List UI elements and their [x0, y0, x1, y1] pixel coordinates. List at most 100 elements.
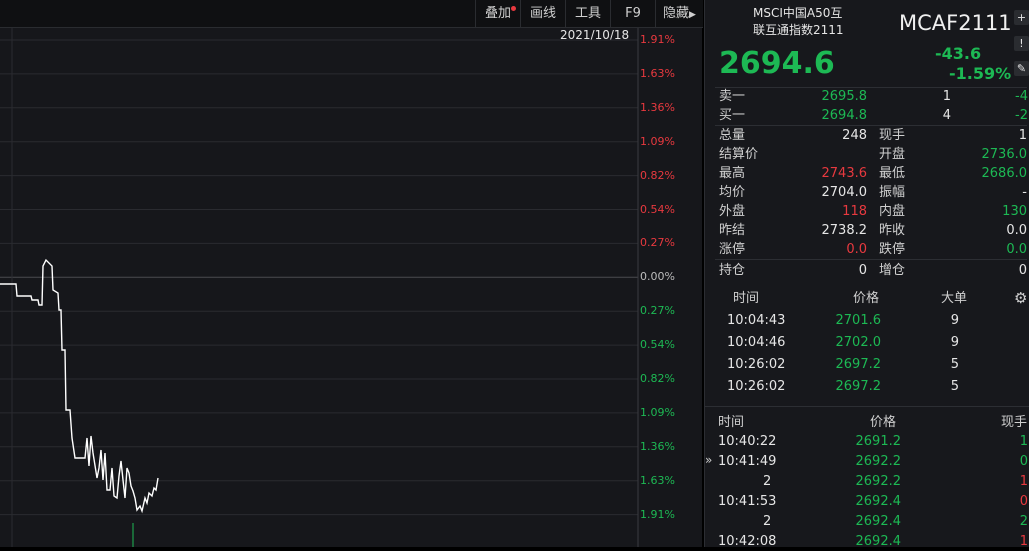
pct-tick-label: 1.63%	[640, 473, 675, 487]
tick-hand: 0	[1019, 454, 1028, 469]
tick-hand: 1	[1019, 434, 1028, 449]
stat-value-avg: 2704.0	[821, 185, 868, 200]
big-order-size: 5	[950, 357, 959, 372]
ticks-header-time: 时间	[718, 415, 745, 430]
intraday-chart[interactable]: 2021/10/18 1.91% 1.63% 1.36% 1.09% 0.82% 0.54…	[0, 28, 702, 547]
settings-gear-icon[interactable]: ⚙	[1014, 289, 1027, 307]
tick-hand: 1	[1019, 534, 1028, 549]
tick-price: 2691.2	[855, 434, 902, 449]
tick-price: 2692.2	[855, 474, 902, 489]
big-order-size: 9	[950, 313, 959, 328]
big-order-time: 10:26:02	[727, 379, 786, 394]
hide-label: 隐藏	[663, 6, 690, 21]
tick-time: 10:41:53	[718, 494, 777, 509]
big-order-size: 9	[950, 335, 959, 350]
tools-button[interactable]: 工具	[565, 0, 610, 27]
overlay-button[interactable]: 叠加	[475, 0, 520, 27]
bid-price: 2694.8	[821, 108, 868, 123]
tick-hand: 0	[1019, 494, 1028, 509]
stat-label-total_vol: 总量	[719, 128, 746, 143]
stat-label-high: 最高	[719, 166, 746, 181]
stat-label-open: 开盘	[879, 147, 906, 162]
alert-icon[interactable]: !	[1014, 36, 1029, 51]
stat-label-avg: 均价	[719, 185, 746, 200]
bid-change: -2	[1015, 108, 1028, 123]
edit-icon[interactable]: ✎	[1014, 61, 1029, 76]
instrument-code: MCAF2111	[899, 11, 1012, 35]
big-order-time: 10:26:02	[727, 357, 786, 372]
stat-value-amp: -	[1022, 185, 1027, 200]
big-order-price: 2697.2	[835, 357, 882, 372]
pct-tick-label: 0.27%	[640, 236, 675, 250]
price-line	[0, 258, 159, 514]
stat-value-open: 2736.0	[981, 147, 1028, 162]
big-order-time: 10:04:43	[727, 313, 786, 328]
stat-label-outer: 外盘	[719, 204, 746, 219]
tick-time: 2	[763, 474, 772, 489]
hide-button[interactable]: 隐藏▶	[655, 0, 703, 27]
draw-line-button[interactable]: 画线	[520, 0, 565, 27]
overlay-label: 叠加	[484, 6, 511, 21]
pct-tick-label: 1.36%	[640, 100, 675, 114]
stat-value-prev_settle: 2738.2	[821, 223, 868, 238]
tick-time: 10:40:22	[718, 434, 777, 449]
tick-price: 2692.4	[855, 514, 902, 529]
pct-tick-label: 0.54%	[640, 338, 675, 352]
pct-tick-label: 1.36%	[640, 439, 675, 453]
stat-label-limit_up: 涨停	[719, 242, 746, 257]
stat-label-low: 最低	[879, 166, 906, 181]
stat-label-prev_close: 昨收	[879, 223, 906, 238]
pct-tick-label: 1.91%	[640, 33, 675, 46]
stat-value-prev_close: 0.0	[1006, 223, 1027, 238]
pct-tick-label: 0.54%	[640, 202, 675, 216]
tick-hand: 1	[1019, 474, 1028, 489]
big-orders-header-size: 大单	[941, 291, 968, 306]
stat-value-inner: 130	[1002, 204, 1027, 219]
pct-tick-label: 1.09%	[640, 134, 675, 148]
stat-label-amp: 振幅	[879, 185, 906, 200]
big-orders-header-price: 价格	[853, 291, 880, 306]
chart-toolbar: 叠加 画线 工具 F9 隐藏▶	[0, 0, 703, 28]
ticks-header-price: 价格	[870, 415, 897, 430]
last-price: 2694.6	[719, 46, 835, 81]
stat-label-settle: 结算价	[719, 147, 759, 162]
tick-price: 2692.4	[855, 534, 902, 549]
big-orders-header-time: 时间	[733, 291, 760, 306]
tick-time: 10:42:08	[718, 534, 777, 549]
stat-value-outer: 118	[842, 204, 867, 219]
price-line-chart	[0, 28, 639, 547]
stat-value-cur_hand: 1	[1018, 128, 1027, 143]
pct-tick-label: 0.82%	[640, 372, 675, 385]
stat-label-cur_hand: 现手	[879, 128, 906, 143]
pct-tick-label: 0.82%	[640, 168, 675, 182]
pct-tick-label: 1.91%	[640, 507, 675, 521]
price-change-pct: -1.59%	[949, 64, 1012, 83]
instrument-name-line2: 联互通指数2111	[753, 23, 844, 37]
tick-price: 2692.2	[855, 454, 902, 469]
stat-value-high: 2743.6	[821, 166, 868, 181]
big-order-price: 2701.6	[835, 313, 882, 328]
ask-change: -4	[1015, 89, 1028, 104]
pct-tick-label: 1.63%	[640, 66, 675, 80]
tick-time: 2	[763, 514, 772, 529]
pct-tick-label: 0.27%	[640, 304, 675, 318]
stat-value-limit_down: 0.0	[1006, 242, 1027, 257]
stat-value-limit_up: 0.0	[846, 242, 867, 257]
pct-tick-label: 1.09%	[640, 405, 675, 419]
f9-button[interactable]: F9	[610, 0, 655, 27]
stat-label-inner: 内盘	[879, 204, 906, 219]
expand-arrow-icon[interactable]: »	[705, 453, 712, 467]
ask-volume: 1	[942, 89, 951, 104]
add-icon[interactable]: +	[1014, 10, 1029, 25]
pct-tick-label: 0.00%	[640, 270, 675, 284]
notification-dot-icon	[511, 6, 516, 11]
big-order-size: 5	[950, 379, 959, 394]
stat-label-oi-chg: 增仓	[879, 263, 906, 278]
stat-label-limit_down: 跌停	[879, 242, 906, 257]
instrument-name-line1: MSCI中国A50互	[753, 6, 843, 20]
big-order-price: 2697.2	[835, 379, 882, 394]
ask-price: 2695.8	[821, 89, 868, 104]
bid-label: 买一	[719, 108, 746, 123]
ask-label: 卖一	[719, 89, 746, 104]
stat-label-prev_settle: 昨结	[719, 223, 746, 238]
